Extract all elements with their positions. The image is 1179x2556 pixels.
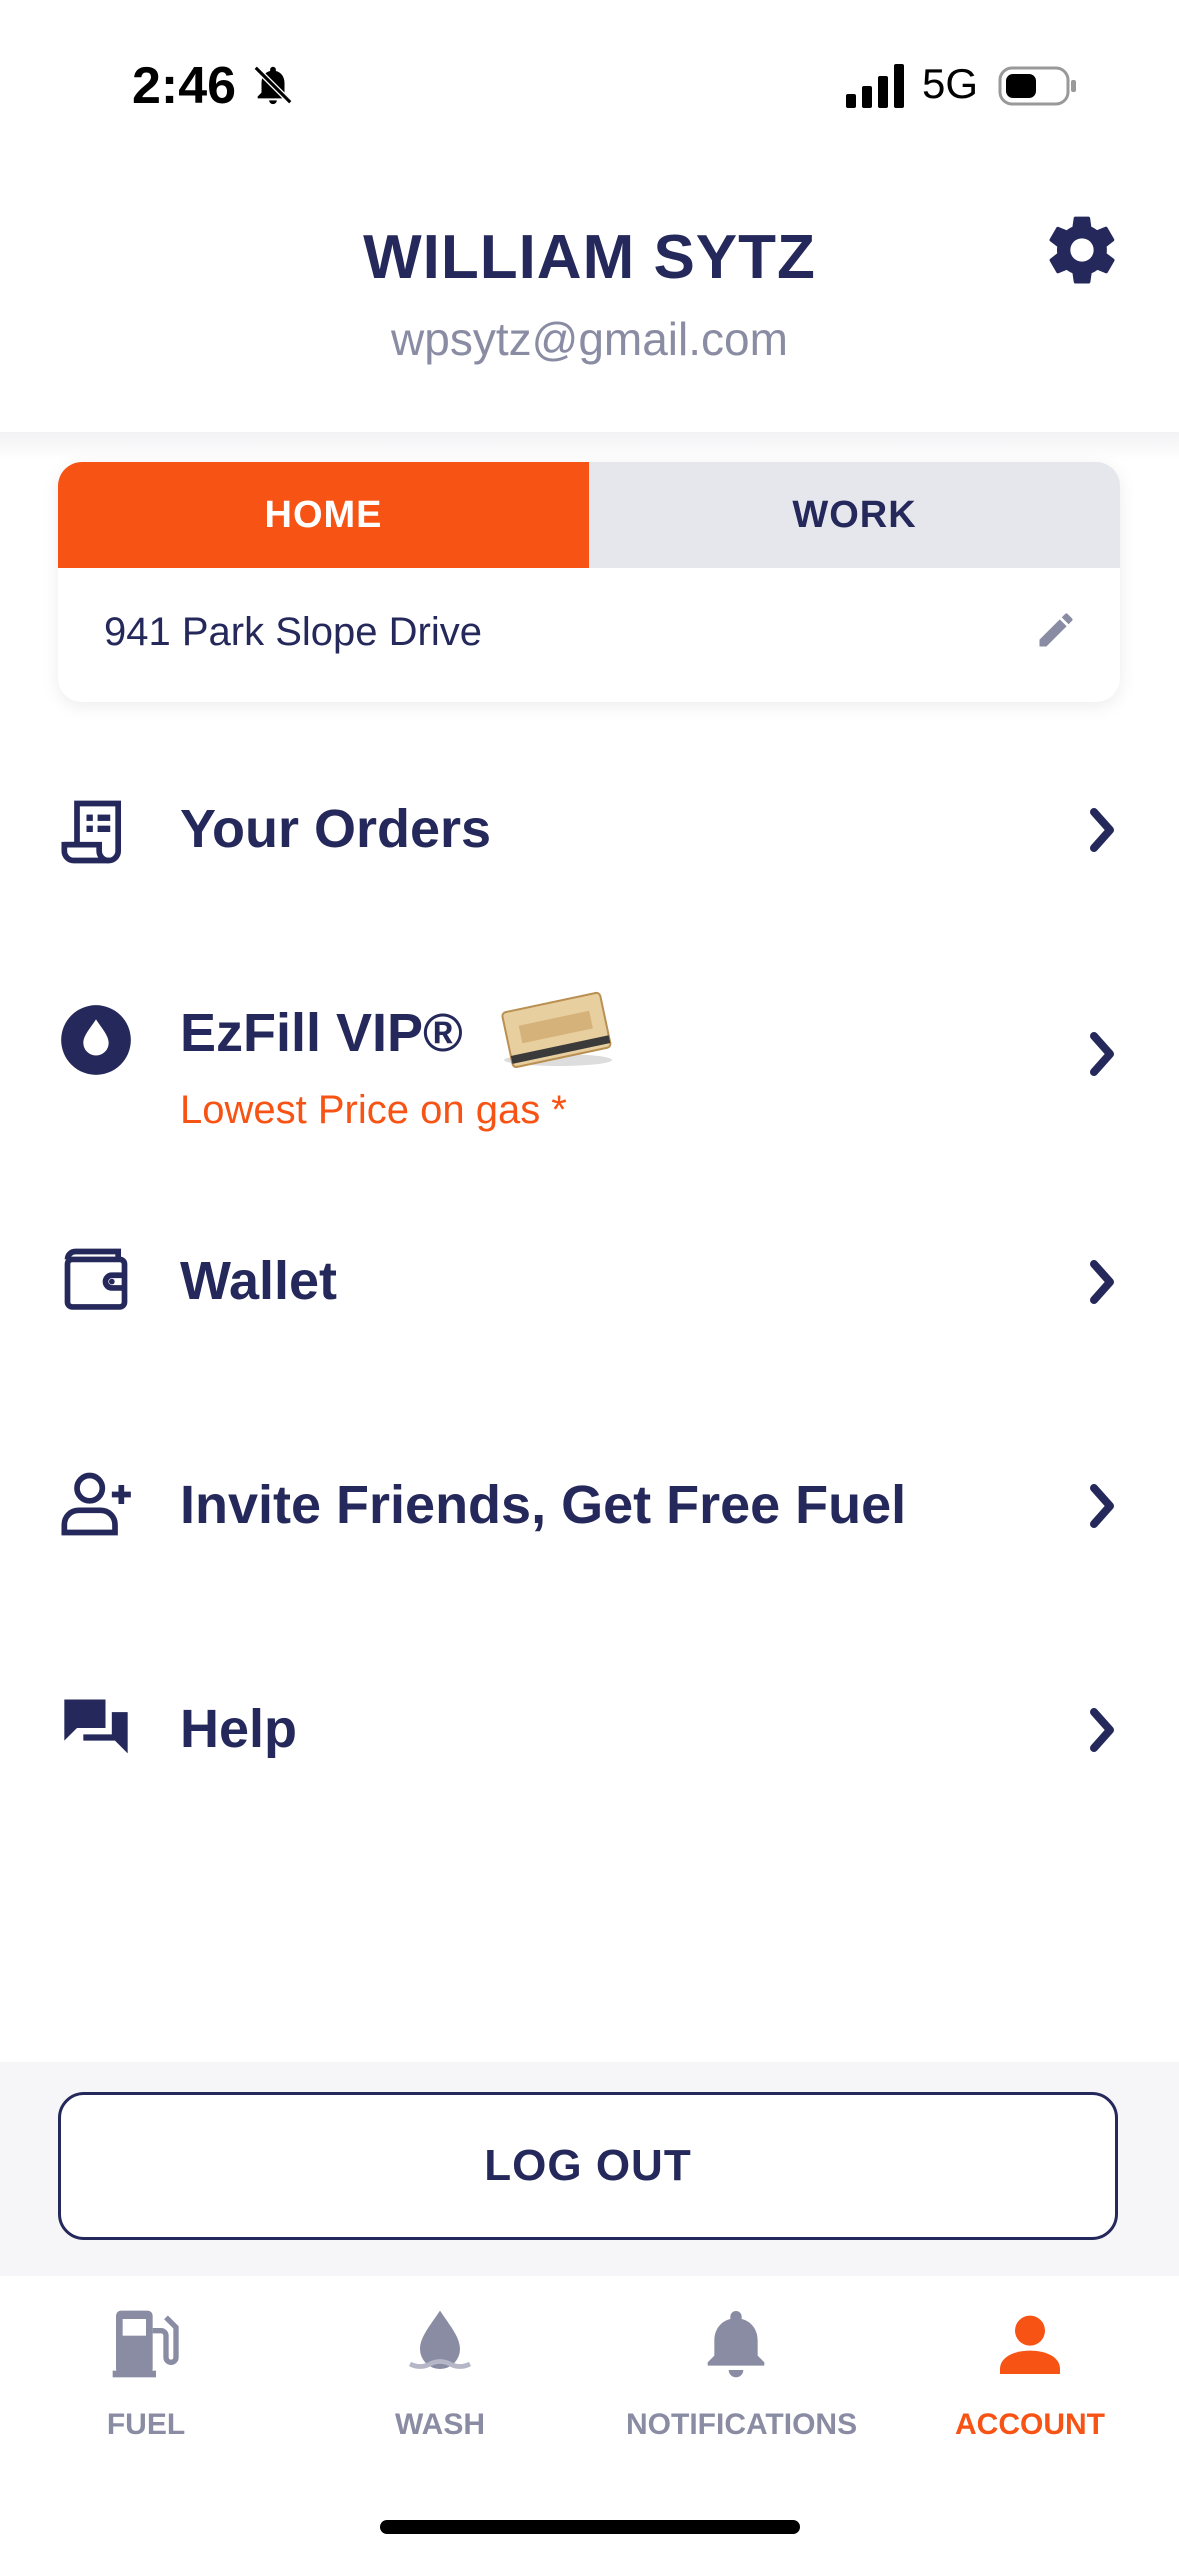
nav-label-wash: WASH bbox=[395, 2408, 485, 2441]
profile-header: WILLIAM SYTZ wpsytz@gmail.com bbox=[0, 150, 1179, 432]
water-drop-icon bbox=[408, 2310, 472, 2369]
menu-item-help[interactable]: Help bbox=[0, 1658, 1179, 1798]
bell-off-icon bbox=[253, 65, 293, 105]
user-name: WILLIAM SYTZ bbox=[363, 223, 816, 292]
chevron-right-icon bbox=[1090, 808, 1114, 852]
receipt-icon bbox=[61, 800, 122, 864]
network-type: 5G bbox=[922, 60, 979, 107]
person-icon bbox=[1000, 2315, 1060, 2374]
chevron-right-icon bbox=[1090, 1260, 1114, 1304]
divider bbox=[0, 432, 1179, 460]
user-email: wpsytz@gmail.com bbox=[391, 313, 788, 365]
menu-label-wallet: Wallet bbox=[180, 1251, 338, 1311]
battery-icon bbox=[998, 66, 1076, 106]
tab-work[interactable]: WORK bbox=[589, 462, 1120, 568]
wallet-icon bbox=[64, 1248, 128, 1310]
menu-label-vip: EzFill VIP® bbox=[180, 1003, 463, 1063]
vip-subtitle: Lowest Price on gas * bbox=[180, 1088, 567, 1132]
menu-item-wallet[interactable]: Wallet bbox=[0, 1210, 1179, 1350]
drop-icon bbox=[61, 1005, 131, 1075]
nav-label-account: ACCOUNT bbox=[955, 2408, 1105, 2441]
add-user-icon bbox=[61, 1472, 131, 1536]
menu-item-invite[interactable]: Invite Friends, Get Free Fuel bbox=[0, 1434, 1179, 1574]
bell-icon bbox=[707, 2311, 765, 2378]
menu-label-invite: Invite Friends, Get Free Fuel bbox=[180, 1475, 907, 1535]
chevron-right-icon bbox=[1090, 1484, 1114, 1528]
status-time: 2:46 bbox=[132, 57, 237, 115]
nav-label-notifications: NOTIFICATIONS bbox=[626, 2408, 858, 2441]
nav-label-fuel: FUEL bbox=[106, 2408, 186, 2441]
cellular-signal-icon bbox=[846, 64, 904, 108]
logout-button[interactable]: LOG OUT bbox=[58, 2092, 1118, 2240]
nav-notifications[interactable]: NOTIFICATIONS bbox=[626, 2304, 858, 2454]
menu-item-orders[interactable]: Your Orders bbox=[0, 760, 1179, 900]
nav-fuel[interactable]: FUEL bbox=[36, 2304, 256, 2454]
status-bar: 2:46 5G bbox=[0, 0, 1179, 150]
home-indicator bbox=[380, 2520, 800, 2534]
nav-account[interactable]: ACCOUNT bbox=[920, 2304, 1140, 2454]
chevron-right-icon bbox=[1090, 1032, 1114, 1076]
fuel-pump-icon bbox=[112, 2310, 179, 2378]
address-text[interactable]: 941 Park Slope Drive bbox=[104, 610, 482, 655]
vip-card-image bbox=[501, 991, 612, 1068]
tab-home[interactable]: HOME bbox=[58, 462, 589, 568]
pencil-icon[interactable] bbox=[1034, 608, 1078, 652]
gear-icon[interactable] bbox=[1042, 210, 1122, 290]
chevron-right-icon bbox=[1090, 1708, 1114, 1752]
menu-label-help: Help bbox=[180, 1699, 298, 1759]
address-card: HOME WORK 941 Park Slope Drive bbox=[58, 462, 1120, 702]
nav-wash[interactable]: WASH bbox=[330, 2304, 550, 2454]
menu-label-orders: Your Orders bbox=[180, 799, 492, 859]
chat-icon bbox=[64, 1699, 128, 1754]
bottom-nav: FUEL WASH NOTIFICATIONS ACCOUNT bbox=[0, 2276, 1179, 2556]
